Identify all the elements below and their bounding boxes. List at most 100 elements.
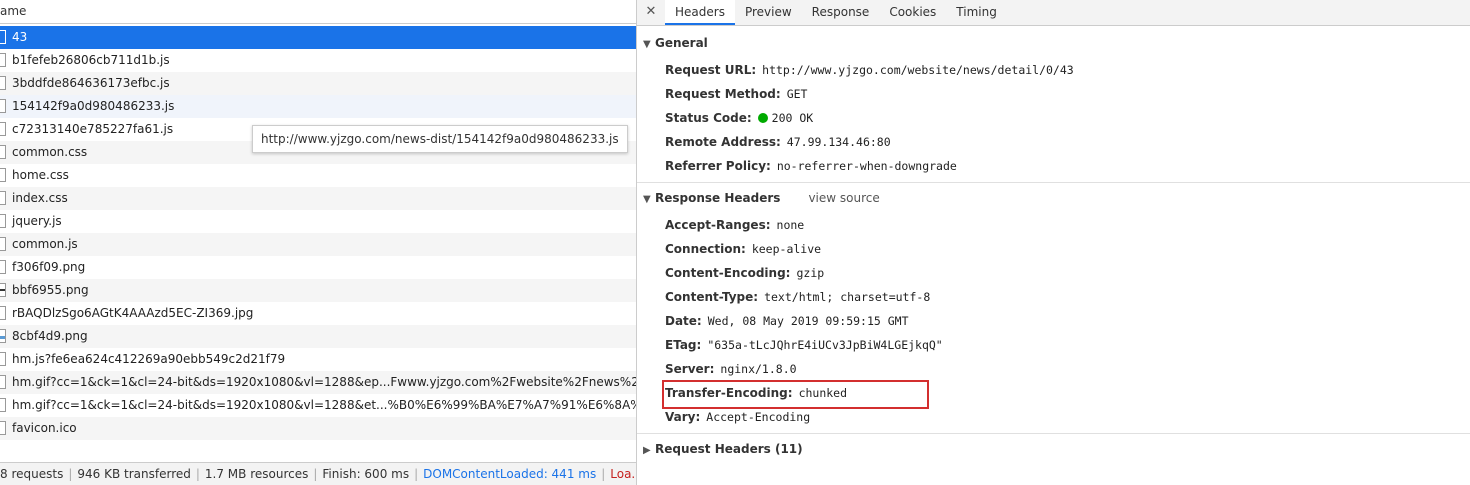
request-row[interactable]: 154142f9a0d980486233.js xyxy=(0,95,636,118)
request-row[interactable]: 43 xyxy=(0,26,636,49)
details-tabbar: ✕ Headers Preview Response Cookies Timin… xyxy=(637,0,1470,26)
header-value: no-referrer-when-downgrade xyxy=(776,159,957,173)
finish-time: Finish: 600 ms xyxy=(322,467,410,481)
header-value: none xyxy=(776,218,805,232)
triangle-down-icon: ▼ xyxy=(643,39,651,50)
header-row-accept-ranges: Accept-Ranges: none xyxy=(637,213,1470,237)
header-key: Referrer Policy: xyxy=(665,159,771,173)
document-icon xyxy=(0,421,6,435)
request-name: index.css xyxy=(12,191,68,205)
header-key: Status Code: xyxy=(665,111,752,125)
document-icon xyxy=(0,168,6,182)
request-name: rBAQDlzSgo6AGtK4AAAzd5EC-ZI369.jpg xyxy=(12,306,254,320)
url-tooltip: http://www.yjzgo.com/news-dist/154142f9a… xyxy=(252,125,628,153)
header-row-remote-address: Remote Address: 47.99.134.46:80 xyxy=(637,130,1470,154)
request-list: 43 b1fefeb26806cb711d1b.js 3bddfde86463617… xyxy=(0,26,636,440)
request-headers-section-header[interactable]: ▶ Request Headers (11) xyxy=(637,434,1470,464)
document-icon xyxy=(0,306,6,320)
resources-size: 1.7 MB resources xyxy=(204,467,309,481)
request-row[interactable]: home.css xyxy=(0,164,636,187)
header-row-content-encoding: Content-Encoding: gzip xyxy=(637,261,1470,285)
header-key: Accept-Ranges: xyxy=(665,218,771,232)
request-row[interactable]: hm.gif?cc=1&ck=1&cl=24-bit&ds=1920x1080&… xyxy=(0,371,636,394)
header-row-request-url: Request URL: http://www.yjzgo.com/website… xyxy=(637,58,1470,82)
request-row[interactable]: hm.js?fe6ea624c412269a90ebb549c2d21f79 xyxy=(0,348,636,371)
request-row[interactable]: rBAQDlzSgo6AGtK4AAAzd5EC-ZI369.jpg xyxy=(0,302,636,325)
tab-preview[interactable]: Preview xyxy=(735,0,802,25)
request-name: 154142f9a0d980486233.js xyxy=(12,99,175,113)
request-row[interactable]: favicon.ico xyxy=(0,417,636,440)
header-value: keep-alive xyxy=(751,242,822,256)
triangle-down-icon: ▼ xyxy=(643,194,651,205)
request-name: f306f09.png xyxy=(12,260,86,274)
request-row[interactable]: hm.gif?cc=1&ck=1&cl=24-bit&ds=1920x1080&… xyxy=(0,394,636,417)
request-row[interactable]: index.css xyxy=(0,187,636,210)
header-row-etag: ETag: "635a-tLcJQhrE4iUCv3JpBiW4LGEjkqQ" xyxy=(637,333,1470,357)
document-icon xyxy=(0,214,6,228)
image-icon xyxy=(0,283,6,297)
request-row[interactable]: f306f09.png xyxy=(0,256,636,279)
header-row-status-code: Status Code: 200 OK xyxy=(637,106,1470,130)
header-row-request-method: Request Method: GET xyxy=(637,82,1470,106)
general-section-header[interactable]: ▼ General xyxy=(637,28,1470,58)
tab-cookies[interactable]: Cookies xyxy=(879,0,946,25)
header-value: gzip xyxy=(796,266,825,280)
name-column-header[interactable]: ame xyxy=(0,0,636,24)
network-request-list-panel: ame 43 b1fefeb26806cb711d1b.js 3bddfde8646… xyxy=(0,0,636,485)
dom-content-loaded-time: DOMContentLoaded: 441 ms xyxy=(423,467,597,481)
header-value: Accept-Encoding xyxy=(706,410,811,424)
tab-headers[interactable]: Headers xyxy=(665,0,735,25)
transferred-size: 946 KB transferred xyxy=(77,467,191,481)
network-status-bar: 8 requests | 946 KB transferred | 1.7 MB res… xyxy=(0,462,636,485)
document-icon xyxy=(0,191,6,205)
document-icon xyxy=(0,237,6,251)
close-icon[interactable]: ✕ xyxy=(637,0,665,25)
header-key: ETag: xyxy=(665,338,702,352)
view-source-link[interactable]: view source xyxy=(808,191,879,205)
request-name: c72313140e785227fa61.js xyxy=(12,122,174,136)
header-row-connection: Connection: keep-alive xyxy=(637,237,1470,261)
header-key: Remote Address: xyxy=(665,135,781,149)
request-row[interactable]: 3bddfde864636173efbc.js xyxy=(0,72,636,95)
status-ok-icon xyxy=(757,113,768,123)
document-icon xyxy=(0,53,6,67)
triangle-right-icon: ▶ xyxy=(643,445,651,456)
header-key: Connection: xyxy=(665,242,746,256)
header-key: Content-Encoding: xyxy=(665,266,791,280)
general-title: General xyxy=(655,36,708,50)
request-row[interactable]: common.js xyxy=(0,233,636,256)
header-key: Request URL: xyxy=(665,63,757,77)
request-row[interactable]: jquery.js xyxy=(0,210,636,233)
request-name: b1fefeb26806cb711d1b.js xyxy=(12,53,170,67)
request-row[interactable]: bbf6955.png xyxy=(0,279,636,302)
header-row-content-type: Content-Type: text/html; charset=utf-8 xyxy=(637,285,1470,309)
request-name: bbf6955.png xyxy=(12,283,89,297)
tab-response[interactable]: Response xyxy=(802,0,880,25)
request-count: 8 requests xyxy=(0,467,64,481)
document-icon xyxy=(0,76,6,90)
document-icon xyxy=(0,99,6,113)
document-icon xyxy=(0,352,6,366)
header-value: 200 OK xyxy=(771,111,814,125)
header-value: GET xyxy=(786,87,808,101)
document-icon xyxy=(0,375,6,389)
header-row-server: Server: nginx/1.8.0 xyxy=(637,357,1470,381)
header-key: Server: xyxy=(665,362,715,376)
tab-timing[interactable]: Timing xyxy=(946,0,1007,25)
response-headers-title: Response Headers xyxy=(655,191,781,205)
request-details-panel: ✕ Headers Preview Response Cookies Timin… xyxy=(637,0,1470,485)
request-name: hm.gif?cc=1&ck=1&cl=24-bit&ds=1920x1080&… xyxy=(12,398,636,412)
header-value: Wed, 08 May 2019 09:59:15 GMT xyxy=(707,314,909,328)
document-icon xyxy=(0,30,6,44)
request-row[interactable]: b1fefeb26806cb711d1b.js xyxy=(0,49,636,72)
request-name: jquery.js xyxy=(12,214,62,228)
header-value: nginx/1.8.0 xyxy=(720,362,797,376)
header-value: http://www.yjzgo.com/website/news/detail… xyxy=(762,63,1074,77)
request-row[interactable]: 8cbf4d9.png xyxy=(0,325,636,348)
request-name: home.css xyxy=(12,168,69,182)
header-value: "635a-tLcJQhrE4iUCv3JpBiW4LGEjkqQ" xyxy=(707,338,943,352)
header-key: Request Method: xyxy=(665,87,781,101)
response-headers-section-header[interactable]: ▼ Response Headers view source xyxy=(637,183,1470,213)
header-value: 47.99.134.46:80 xyxy=(786,135,891,149)
request-name: 3bddfde864636173efbc.js xyxy=(12,76,170,90)
